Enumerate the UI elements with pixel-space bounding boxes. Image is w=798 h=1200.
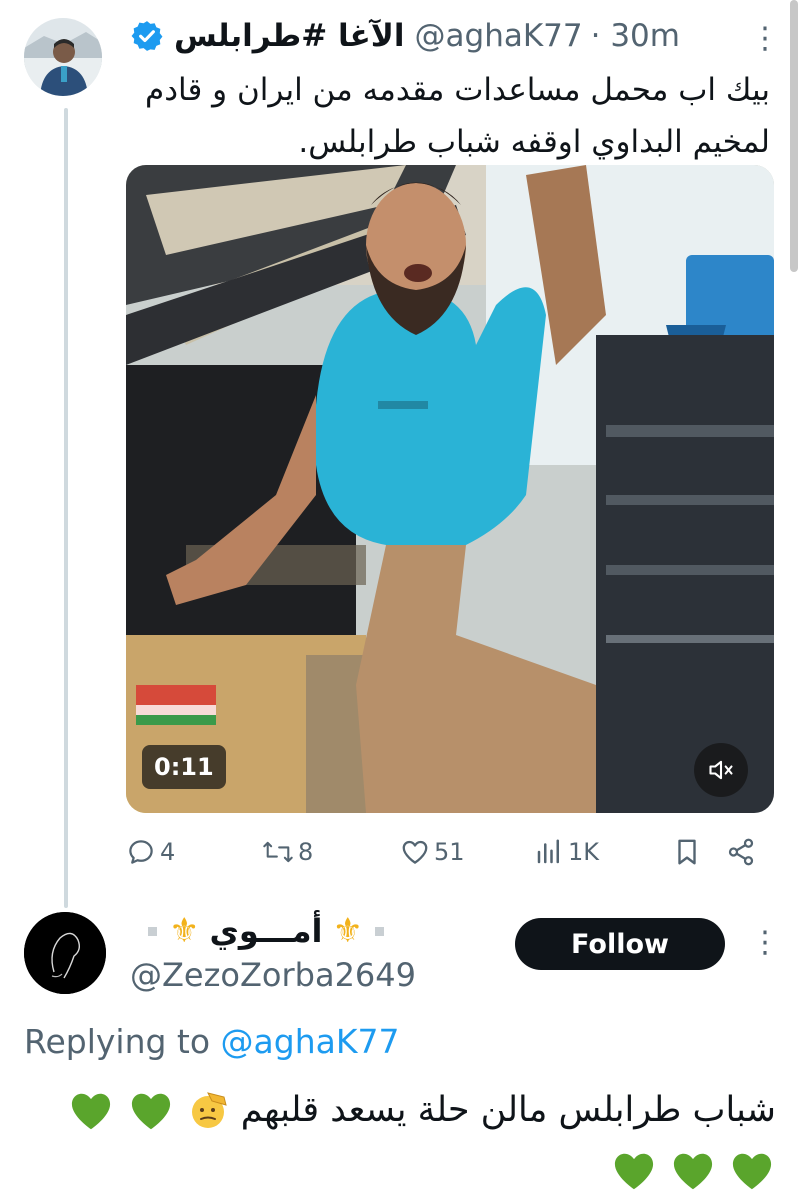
thread-line (64, 108, 68, 908)
fleur-de-lis-icon: ⚜ (332, 911, 363, 951)
tweet-header: الآغا #طرابلس @aghaK77 · 30m (130, 14, 730, 58)
verified-badge-icon (131, 21, 163, 51)
reply-text-block: شباب طرابلس مالن حلة يسعد قلبهم (24, 1080, 776, 1200)
views-button[interactable]: 1K (534, 832, 599, 872)
green-heart-emoji (72, 1093, 111, 1130)
scrollbar[interactable] (790, 0, 798, 272)
author-avatar[interactable] (24, 18, 102, 96)
retweet-icon (263, 841, 293, 863)
views-icon (537, 839, 559, 864)
bookmark-icon (678, 839, 696, 865)
mute-button[interactable] (694, 743, 748, 797)
author-handle[interactable]: @aghaK77 (415, 18, 583, 54)
more-icon[interactable]: ⋮ (750, 928, 780, 958)
tweet-actions: 4 8 51 1K (126, 832, 776, 872)
share-icon (728, 838, 754, 866)
follow-button[interactable]: Follow (515, 918, 725, 970)
reply-author-handle[interactable]: @ZezoZorba2649 (130, 956, 416, 994)
green-heart-emoji (614, 1153, 653, 1190)
fleur-de-lis-icon: ⚜ (169, 911, 200, 951)
video-player[interactable]: 0:11 (126, 165, 774, 813)
bookmark-button[interactable] (672, 832, 706, 872)
mute-icon (709, 760, 733, 780)
reply-text: شباب طرابلس مالن حلة يسعد قلبهم (240, 1090, 776, 1130)
more-icon[interactable]: ⋮ (750, 24, 780, 54)
author-display-name[interactable]: الآغا #طرابلس (174, 18, 405, 54)
views-count: 1K (568, 838, 600, 866)
green-heart-emoji (131, 1093, 170, 1130)
saluting-face-emoji (191, 1092, 227, 1128)
square-icon (148, 926, 157, 936)
replying-prefix: Replying to (24, 1022, 211, 1061)
tweet-text: بيك اب محمل مساعدات مقدمه من ايران و قاد… (145, 72, 770, 160)
green-heart-emoji (673, 1153, 712, 1190)
like-button[interactable]: 51 (400, 832, 465, 872)
like-count: 51 (434, 838, 465, 866)
like-icon (402, 840, 428, 864)
reply-author-avatar[interactable] (24, 912, 106, 994)
retweet-button[interactable]: 8 (262, 832, 313, 872)
square-icon (374, 926, 384, 936)
reply-author-name-row: ⚜ أمـــوي ⚜ (140, 906, 392, 956)
replying-mention[interactable]: @aghaK77 (221, 1022, 400, 1061)
reply-icon (129, 840, 153, 864)
reply-count: 4 (160, 838, 176, 866)
reply-author-display-name[interactable]: أمـــوي (209, 912, 322, 950)
video-duration: 0:11 (142, 745, 226, 789)
share-button[interactable] (726, 832, 760, 872)
green-heart-emoji (732, 1153, 772, 1190)
video-frame (126, 165, 774, 813)
tweet-timestamp[interactable]: · 30m (591, 18, 680, 54)
replying-to: Replying to @aghaK77 (24, 1022, 400, 1061)
reply-button[interactable]: 4 (126, 832, 175, 872)
retweet-count: 8 (298, 838, 314, 866)
